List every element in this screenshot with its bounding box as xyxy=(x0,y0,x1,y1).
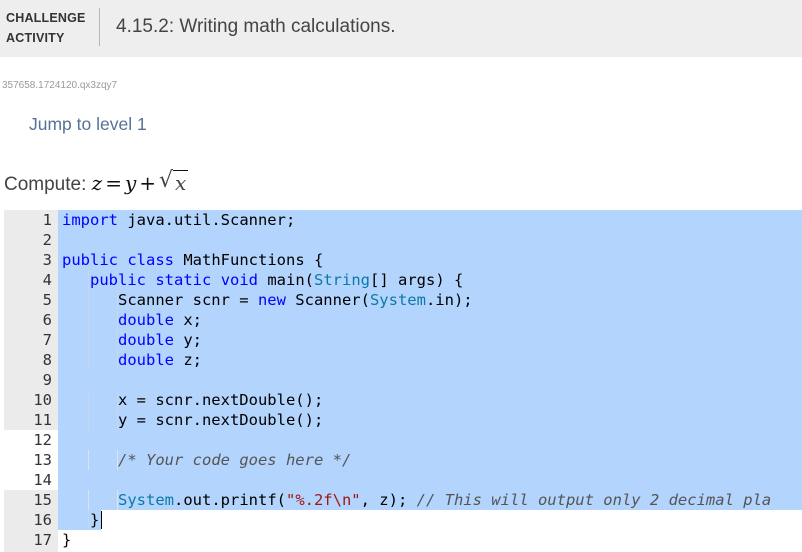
activity-title: 4.15.2: Writing math calculations. xyxy=(116,16,396,37)
line-number-gutter: 1 2 3 4 5 6 7 8 9 10 11 12 13 14 15 16 17 xyxy=(4,210,58,552)
code-line[interactable]: public static void main(String[] args) { xyxy=(58,270,802,290)
activity-type-label: CHALLENGE ACTIVITY xyxy=(6,8,86,48)
line-number: 8 xyxy=(42,351,52,369)
code-line-text: public class MathFunctions { xyxy=(62,251,324,269)
code-line-text: Scanner scnr = new Scanner(System.in); xyxy=(62,291,473,309)
code-line[interactable]: double x; xyxy=(58,310,802,330)
line-number: 17 xyxy=(33,531,52,549)
activity-type-line1: CHALLENGE xyxy=(6,11,86,25)
selection-highlight xyxy=(58,430,802,450)
code-line[interactable] xyxy=(58,230,802,250)
line-number: 9 xyxy=(42,371,52,389)
line-number: 13 xyxy=(4,450,58,470)
code-line-text: double x; xyxy=(118,311,202,329)
selection-highlight xyxy=(58,370,802,390)
code-line[interactable]: x = scnr.nextDouble(); xyxy=(58,390,802,410)
math-plus: + xyxy=(139,171,157,195)
line-number: 12 xyxy=(4,430,58,450)
activity-header: CHALLENGE ACTIVITY 4.15.2: Writing math … xyxy=(0,0,802,57)
code-line-text: System.out.printf("%.2f\n", z); // This … xyxy=(118,491,772,509)
code-line[interactable] xyxy=(58,430,802,450)
code-line-text: double y; xyxy=(118,331,202,349)
code-line[interactable]: y = scnr.nextDouble(); xyxy=(58,410,802,430)
activity-id: 357658.1724120.qx3zqy7 xyxy=(2,80,118,91)
compute-label: Compute: xyxy=(4,174,87,195)
math-equals: = xyxy=(105,171,122,195)
code-line-text: x = scnr.nextDouble(); xyxy=(62,391,324,409)
jump-to-level-link[interactable]: Jump to level 1 xyxy=(29,113,147,135)
line-number: 6 xyxy=(42,311,52,329)
compute-prompt: Compute: z = y + √ x xyxy=(4,168,189,198)
code-line-text: } xyxy=(62,511,100,529)
code-line[interactable] xyxy=(58,370,802,390)
selection-highlight xyxy=(58,470,802,490)
math-var-x: x xyxy=(173,170,189,195)
line-number: 4 xyxy=(42,271,52,289)
code-line[interactable] xyxy=(58,470,802,490)
code-line-text: double z; xyxy=(118,351,202,369)
line-number: 3 xyxy=(42,251,52,269)
math-var-z: z xyxy=(91,171,103,195)
code-line[interactable]: public class MathFunctions { xyxy=(58,250,802,270)
code-line[interactable]: double y; xyxy=(58,330,802,350)
code-line-text: public static void main(String[] args) { xyxy=(90,271,464,289)
line-number: 16 xyxy=(33,511,52,529)
text-cursor xyxy=(100,511,102,529)
code-line-text: y = scnr.nextDouble(); xyxy=(62,411,324,429)
line-number: 7 xyxy=(42,331,52,349)
line-number: 11 xyxy=(33,411,52,429)
activity-type-line2: ACTIVITY xyxy=(6,31,65,45)
math-var-y: y xyxy=(124,171,137,195)
code-line[interactable]: System.out.printf("%.2f\n", z); // This … xyxy=(58,490,802,510)
math-sqrt: √ x xyxy=(159,168,189,198)
line-number: 15 xyxy=(33,491,52,509)
line-number: 2 xyxy=(42,231,52,249)
code-line[interactable]: double z; xyxy=(58,350,802,370)
line-number: 5 xyxy=(42,291,52,309)
code-line-text: /* Your code goes here */ xyxy=(118,451,352,469)
sqrt-symbol: √ xyxy=(159,168,174,193)
line-number: 1 xyxy=(42,211,52,229)
selection-highlight xyxy=(58,230,802,250)
code-line-text: } xyxy=(62,531,72,549)
code-line[interactable]: } xyxy=(58,530,802,550)
header-divider xyxy=(99,8,100,46)
code-line[interactable]: /* Your code goes here */ xyxy=(58,450,802,470)
code-editor[interactable]: 1 2 3 4 5 6 7 8 9 10 11 12 13 14 15 16 17 import java.ut… xyxy=(4,210,802,552)
line-number: 14 xyxy=(4,470,58,490)
code-line[interactable]: Scanner scnr = new Scanner(System.in); xyxy=(58,290,802,310)
code-area[interactable]: import java.util.Scanner; public class Ma… xyxy=(58,210,802,552)
code-line[interactable]: } xyxy=(58,510,802,530)
code-line-text: import java.util.Scanner; xyxy=(62,211,296,229)
line-number: 10 xyxy=(33,391,52,409)
code-line[interactable]: import java.util.Scanner; xyxy=(58,210,802,230)
